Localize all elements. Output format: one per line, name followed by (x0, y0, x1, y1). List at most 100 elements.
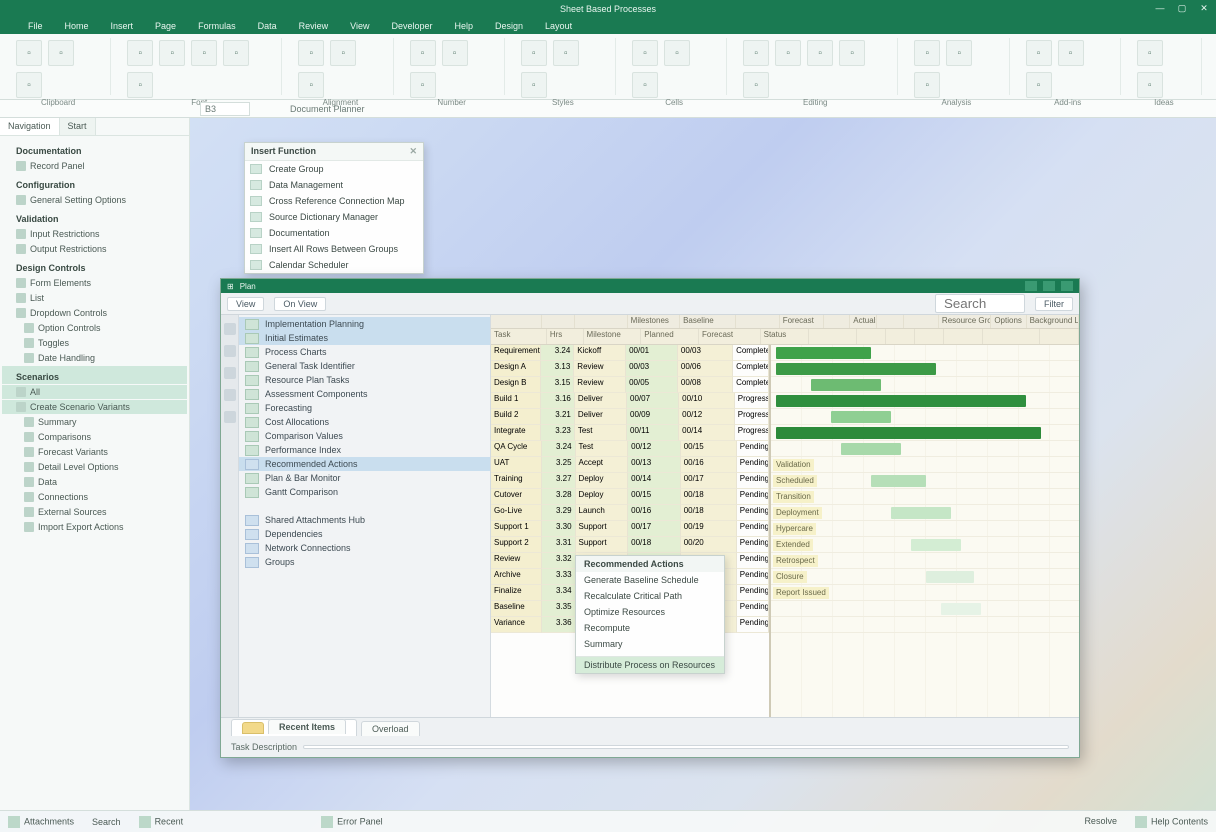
task-row[interactable]: Build 13.16Deliver00/0700/10Progress (491, 393, 769, 409)
gantt-row[interactable] (771, 361, 1079, 377)
task-cell[interactable]: Deliver (575, 409, 627, 425)
plan-nav-item[interactable]: Shared Attachments Hub (239, 513, 490, 527)
plan-nav-item[interactable]: Forecasting (239, 401, 490, 415)
task-cell[interactable]: 00/13 (628, 457, 681, 473)
task-cell[interactable]: Training (491, 473, 542, 489)
close-icon[interactable]: ✕ (409, 146, 417, 157)
tree-item[interactable]: Import Export Actions (2, 520, 187, 534)
task-cell[interactable]: Build 2 (491, 409, 541, 425)
tree-item[interactable]: All (2, 385, 187, 399)
tree-item[interactable]: Option Controls (2, 321, 187, 335)
task-cell[interactable]: Pending (737, 489, 769, 505)
menu-item[interactable]: Home (65, 21, 89, 31)
task-cell[interactable]: Test (576, 441, 629, 457)
gantt-row[interactable]: Closure (771, 569, 1079, 585)
ribbon-button[interactable]: ▫ (775, 40, 801, 66)
gantt-row[interactable]: Validation (771, 457, 1079, 473)
task-cell[interactable]: Pending (737, 537, 769, 553)
task-cell[interactable]: Pending (737, 601, 769, 617)
gantt-row[interactable] (771, 393, 1079, 409)
column-header[interactable] (915, 329, 944, 344)
task-cell[interactable]: Pending (737, 585, 769, 601)
task-cell[interactable]: Deliver (575, 393, 627, 409)
task-cell[interactable]: 00/15 (681, 441, 737, 457)
gantt-row[interactable] (771, 441, 1079, 457)
task-cell[interactable]: Support (576, 521, 629, 537)
ribbon-button[interactable]: ▫ (521, 72, 547, 98)
task-cell[interactable]: 00/15 (628, 489, 681, 505)
column-group-header[interactable] (491, 315, 542, 328)
gantt-row[interactable] (771, 377, 1079, 393)
task-cell[interactable]: Integrate (491, 425, 541, 441)
submenu-item[interactable]: Recalculate Critical Path (576, 588, 724, 604)
rail-icon[interactable] (224, 389, 236, 401)
ribbon-button[interactable]: ▫ (442, 40, 468, 66)
status-center[interactable]: Error Panel (321, 816, 383, 828)
menu-item[interactable]: Developer (391, 21, 432, 31)
status-tab[interactable]: Recent Items (231, 719, 357, 736)
tree-item[interactable]: Toggles (2, 336, 187, 350)
ribbon-button[interactable]: ▫ (632, 40, 658, 66)
maximize-icon[interactable] (1043, 281, 1055, 291)
ribbon-button[interactable]: ▫ (521, 40, 547, 66)
ribbon-button[interactable]: ▫ (1026, 72, 1052, 98)
ribbon-button[interactable]: ▫ (410, 72, 436, 98)
menu-item[interactable]: Source Dictionary Manager (245, 209, 423, 225)
column-group-header[interactable] (877, 315, 904, 328)
task-row[interactable]: UAT3.25Accept00/1300/16Pending (491, 457, 769, 473)
status-tab[interactable]: Overload (361, 721, 420, 736)
task-cell[interactable]: 00/08 (678, 377, 733, 393)
plan-nav-item[interactable]: Network Connections (239, 541, 490, 555)
gantt-bar[interactable] (831, 411, 891, 423)
gantt-bar[interactable] (871, 475, 926, 487)
column-group-header[interactable]: Resource Grouped (939, 315, 991, 328)
tree-item[interactable]: Record Panel (2, 159, 187, 173)
tree-item[interactable]: Date Handling (2, 351, 187, 365)
ribbon-button[interactable]: ▫ (1137, 40, 1163, 66)
task-cell[interactable]: 3.29 (542, 505, 576, 521)
gantt-chart[interactable]: ValidationScheduledTransitionDeploymentH… (771, 345, 1079, 717)
task-row[interactable]: Design A3.13Review00/0300/06Complete (491, 361, 769, 377)
task-cell[interactable]: 3.35 (542, 601, 576, 617)
task-cell[interactable]: 00/19 (681, 521, 737, 537)
plan-nav-item[interactable]: Gantt Comparison (239, 485, 490, 499)
tree-group[interactable]: Design Controls (2, 257, 187, 275)
task-cell[interactable]: Pending (737, 457, 769, 473)
ribbon-button[interactable]: ▫ (664, 40, 690, 66)
task-cell[interactable]: Kickoff (574, 345, 626, 361)
column-header[interactable]: Milestone (584, 329, 642, 344)
task-cell[interactable]: QA Cycle (491, 441, 542, 457)
task-cell[interactable]: Requirement (491, 345, 541, 361)
ribbon-button[interactable]: ▫ (410, 40, 436, 66)
gantt-row[interactable] (771, 601, 1079, 617)
toolbar-view[interactable]: View (227, 297, 264, 311)
ribbon-button[interactable]: ▫ (914, 72, 940, 98)
task-cell[interactable]: Pending (737, 473, 769, 489)
ribbon-button[interactable]: ▫ (743, 40, 769, 66)
column-header[interactable] (886, 329, 915, 344)
task-cell[interactable]: Deploy (576, 473, 629, 489)
close-icon[interactable]: ✕ (1198, 2, 1210, 14)
rail-icon[interactable] (224, 323, 236, 335)
task-row[interactable]: Requirement3.24Kickoff00/0100/03Complete (491, 345, 769, 361)
task-cell[interactable]: 00/06 (678, 361, 733, 377)
submenu-item[interactable]: Summary (576, 636, 724, 652)
plan-nav-item[interactable]: Process Charts (239, 345, 490, 359)
plan-nav-item[interactable]: Recommended Actions (239, 457, 490, 471)
column-group-header[interactable] (736, 315, 780, 328)
ribbon-button[interactable]: ▫ (48, 40, 74, 66)
plan-nav-item[interactable]: Plan & Bar Monitor (239, 471, 490, 485)
task-cell[interactable]: Test (575, 425, 627, 441)
column-header[interactable]: Hrs (547, 329, 584, 344)
gantt-row[interactable]: Retrospect (771, 553, 1079, 569)
maximize-icon[interactable]: ▢ (1176, 2, 1188, 14)
tree-item[interactable]: Connections (2, 490, 187, 504)
task-cell[interactable]: Archive (491, 569, 542, 585)
task-cell[interactable]: 3.36 (542, 617, 576, 633)
task-row[interactable]: Cutover3.28Deploy00/1500/18Pending (491, 489, 769, 505)
tree-item[interactable]: Summary (2, 415, 187, 429)
ribbon-button[interactable]: ▫ (1026, 40, 1052, 66)
tree-item[interactable]: External Sources (2, 505, 187, 519)
column-header[interactable]: Task (491, 329, 547, 344)
task-cell[interactable]: 00/14 (628, 473, 681, 489)
